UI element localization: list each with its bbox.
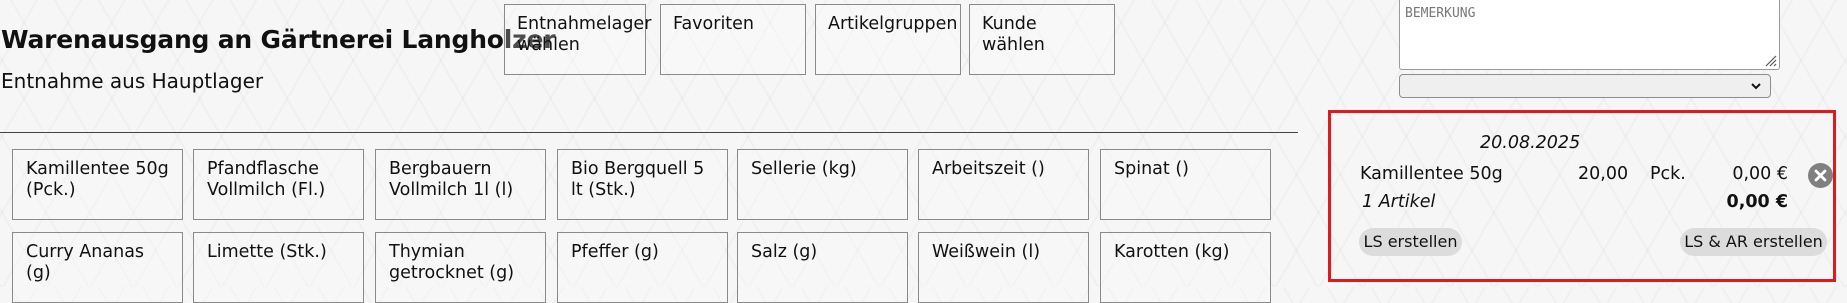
article-tile[interactable]: Weißwein (l) <box>918 232 1089 303</box>
cart-item-count: 1 Artikel <box>1362 192 1436 212</box>
remark-select[interactable] <box>1399 74 1771 98</box>
cart-item-price: 0,00 € <box>1732 164 1788 184</box>
cart-total: 0,00 € <box>1726 192 1788 212</box>
cart-item-name: Kamillentee 50g <box>1360 164 1503 184</box>
article-tile[interactable]: Spinat () <box>1100 149 1271 220</box>
article-tile[interactable]: Sellerie (kg) <box>737 149 908 220</box>
article-tile[interactable]: Karotten (kg) <box>1100 232 1271 303</box>
select-warehouse-button[interactable]: Entnahmelager wählen <box>504 4 651 75</box>
article-groups-button[interactable]: Artikelgruppen <box>815 4 961 75</box>
favorites-button[interactable]: Favoriten <box>660 4 806 75</box>
article-tile[interactable]: Kamillentee 50g (Pck.) <box>12 149 183 220</box>
create-ls-button[interactable]: LS erstellen <box>1359 228 1462 256</box>
article-tile[interactable]: Pfeffer (g) <box>557 232 728 303</box>
cart-date: 20.08.2025 <box>1480 133 1581 153</box>
page-subtitle: Entnahme aus Hauptlager <box>1 69 264 93</box>
remove-item-button[interactable] <box>1808 163 1833 188</box>
article-tile[interactable]: Thymian getrocknet (g) <box>375 232 546 303</box>
remark-placeholder: BEMERKUNG <box>1405 6 1476 21</box>
page-title: Warenausgang an Gärtnerei Langholzer <box>1 25 556 54</box>
resize-grip-icon[interactable] <box>1763 53 1777 67</box>
create-ls-ar-button[interactable]: LS & AR erstellen <box>1680 228 1827 256</box>
choose-customer-button[interactable]: Kunde wählen <box>969 4 1115 75</box>
cart-summary: 20.08.2025 Kamillentee 50g 20,00 Pck. 0,… <box>1328 110 1836 282</box>
article-tile[interactable]: Arbeitszeit () <box>918 149 1089 220</box>
article-tile[interactable]: Pfandflasche Vollmilch (Fl.) <box>193 149 364 220</box>
header-divider <box>0 132 1298 133</box>
article-tile[interactable]: Limette (Stk.) <box>193 232 364 303</box>
chevron-down-icon <box>1751 83 1761 90</box>
article-tile[interactable]: Bio Bergquell 5 lt (Stk.) <box>557 149 728 220</box>
cart-item-quantity: 20,00 <box>1578 164 1629 184</box>
article-tile[interactable]: Salz (g) <box>737 232 908 303</box>
article-tile[interactable]: Bergbauern Vollmilch 1l (l) <box>375 149 546 220</box>
article-tile[interactable]: Curry Ananas (g) <box>12 232 183 303</box>
remark-textarea[interactable]: BEMERKUNG <box>1399 0 1780 70</box>
close-icon <box>1814 169 1827 182</box>
cart-item-unit: Pck. <box>1650 164 1686 184</box>
